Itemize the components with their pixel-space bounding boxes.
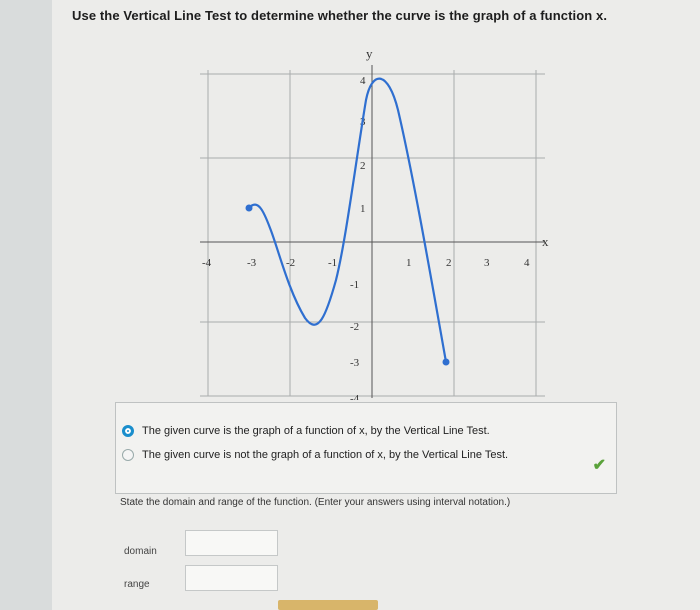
y-tick-label: -4 <box>350 393 360 400</box>
x-tick-label: 1 <box>406 257 412 269</box>
x-axis-label: x <box>542 234 549 249</box>
range-input[interactable] <box>185 565 278 591</box>
submit-button[interactable] <box>278 600 378 610</box>
y-tick-label: -3 <box>350 357 360 369</box>
answer-choices: The given curve is the graph of a functi… <box>115 402 617 494</box>
x-tick-label: 3 <box>484 257 490 269</box>
domain-range-instruction: State the domain and range of the functi… <box>120 497 511 508</box>
question-text: Use the Vertical Line Test to determine … <box>72 8 608 23</box>
y-tick-label: -2 <box>350 321 359 333</box>
y-tick-label: 2 <box>360 160 366 172</box>
choice-is-function[interactable]: The given curve is the graph of a functi… <box>122 425 490 437</box>
x-tick-label: -3 <box>247 257 257 269</box>
domain-label: domain <box>124 546 157 557</box>
correct-check-icon: ✔ <box>592 457 606 474</box>
function-curve <box>248 77 448 363</box>
choice-label: The given curve is the graph of a functi… <box>142 425 490 437</box>
y-axis-label: y <box>366 46 373 61</box>
domain-input[interactable] <box>185 530 278 556</box>
curve-endpoint-right <box>442 358 450 366</box>
x-tick-label: -1 <box>328 257 337 269</box>
radio-selected[interactable] <box>122 425 134 437</box>
radio-unselected[interactable] <box>122 449 134 461</box>
x-tick-label: -2 <box>286 257 295 269</box>
choice-not-function[interactable]: The given curve is not the graph of a fu… <box>122 449 508 461</box>
choice-label: The given curve is not the graph of a fu… <box>142 449 509 461</box>
x-tick-label: 2 <box>446 257 452 269</box>
x-tick-label: 4 <box>524 257 530 269</box>
range-label: range <box>124 579 150 590</box>
function-graph: y x -4 -3 -2 -1 1 2 3 4 4 3 2 1 -1 -2 -3… <box>200 46 549 400</box>
x-tick-labels: -4 -3 -2 -1 1 2 3 4 <box>202 257 530 269</box>
x-tick-label: -4 <box>202 257 212 269</box>
y-tick-label: -1 <box>350 279 359 291</box>
curve-endpoint-left <box>245 204 253 212</box>
y-tick-label: 1 <box>360 203 366 215</box>
y-tick-labels: 4 3 2 1 -1 -2 -3 -4 <box>350 75 366 400</box>
y-tick-label: 4 <box>360 75 366 87</box>
